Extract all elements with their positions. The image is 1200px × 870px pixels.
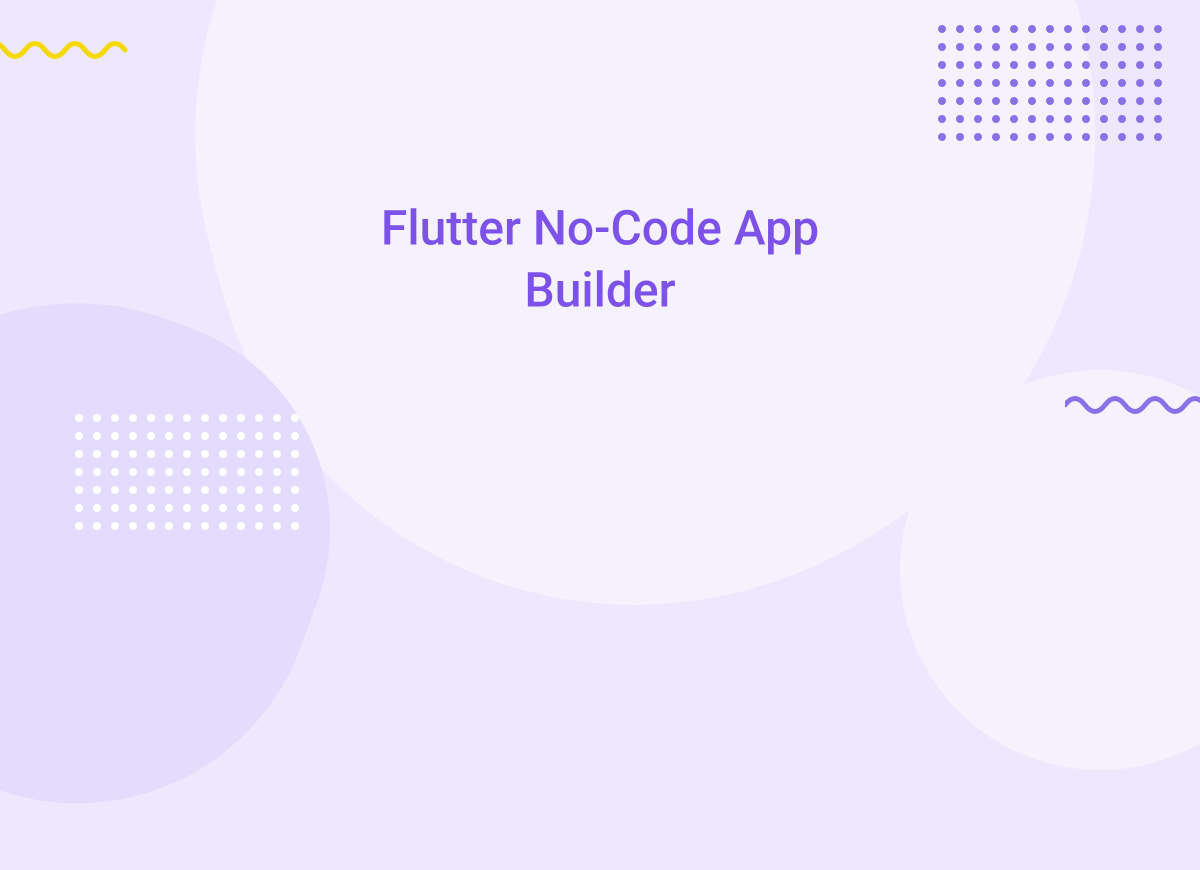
wavy-line-purple-icon [1065,390,1200,420]
hero-title: Flutter No-Code App Builder [300,198,900,323]
dot-grid-white-icon [75,414,299,530]
dot-grid-purple-icon [938,25,1162,141]
wavy-line-yellow-icon [0,35,135,65]
